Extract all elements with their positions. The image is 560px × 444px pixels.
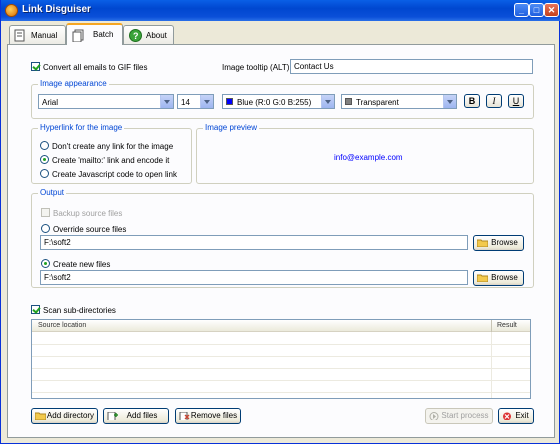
file-table[interactable]: Source location Result (31, 319, 531, 399)
bold-button[interactable]: B (464, 94, 480, 108)
font-select[interactable]: Arial (38, 94, 174, 109)
chevron-down-icon (321, 95, 334, 108)
start-process-button[interactable]: Start process (425, 408, 493, 424)
italic-button[interactable]: I (486, 94, 502, 108)
font-value: Arial (42, 98, 59, 107)
chevron-down-icon (160, 95, 173, 108)
output-title: Output (38, 188, 67, 197)
create-new-label: Create new files (53, 260, 111, 269)
no-link-radio[interactable] (40, 141, 49, 150)
app-window: Link Disguiser _ □ ✕ Manual Batch ? Abou… (0, 0, 560, 444)
folder-icon (477, 239, 488, 247)
background-swatch (345, 98, 352, 105)
app-icon (5, 4, 18, 17)
remove-files-button[interactable]: Remove files (175, 408, 241, 424)
hyperlink-title: Hyperlink for the image (38, 123, 125, 132)
chevron-down-icon (443, 95, 456, 108)
javascript-link-label: Create Javascript code to open link (52, 170, 177, 179)
manual-icon (14, 29, 25, 42)
size-value: 14 (181, 98, 190, 107)
window-title: Link Disguiser (22, 4, 91, 15)
convert-checkbox[interactable] (31, 62, 40, 71)
override-browse-button[interactable]: Browse (473, 235, 524, 251)
backup-label: Backup source files (53, 209, 123, 218)
exit-icon (503, 412, 511, 420)
mailto-link-label: Create 'mailto:' link and encode it (52, 156, 170, 165)
table-row (32, 344, 530, 345)
text-color-value: Blue (R:0 G:0 B:255) (237, 98, 312, 107)
tab-manual-label: Manual (31, 31, 58, 40)
javascript-link-radio[interactable] (40, 169, 49, 178)
start-icon (429, 412, 439, 420)
folder-icon (477, 274, 488, 282)
add-files-button[interactable]: Add files (103, 408, 169, 424)
add-directory-button[interactable]: Add directory (31, 408, 98, 424)
override-label: Override source files (53, 225, 127, 234)
tab-batch[interactable]: Batch (66, 23, 123, 45)
background-value: Transparent (356, 98, 399, 107)
batch-icon (72, 29, 84, 42)
source-location-header[interactable]: Source location (38, 322, 86, 329)
folder-add-icon (35, 412, 46, 420)
image-preview-title: Image preview (203, 123, 260, 132)
close-button[interactable]: ✕ (544, 3, 559, 17)
create-new-browse-button[interactable]: Browse (473, 270, 524, 286)
override-radio[interactable] (41, 224, 50, 233)
svg-text:?: ? (133, 31, 139, 41)
scan-subdirs-checkbox[interactable] (31, 305, 40, 314)
no-link-label: Don't create any link for the image (52, 142, 174, 151)
text-color-swatch (226, 98, 233, 105)
file-remove-icon (179, 412, 190, 420)
result-header[interactable]: Result (497, 322, 517, 329)
column-divider (491, 320, 492, 332)
tooltip-label: Image tooltip (ALT): (222, 63, 292, 72)
create-new-path-input[interactable]: F:\soft2 (40, 270, 468, 285)
tab-batch-label: Batch (93, 30, 114, 39)
table-row (32, 392, 530, 393)
tab-manual[interactable]: Manual (9, 25, 66, 44)
table-row (32, 356, 530, 357)
column-divider (491, 332, 492, 398)
background-select[interactable]: Transparent (341, 94, 457, 109)
help-icon: ? (129, 29, 142, 42)
image-appearance-title: Image appearance (38, 79, 109, 88)
table-row (32, 380, 530, 381)
table-header: Source location Result (32, 320, 530, 332)
add-files-label: Add files (126, 411, 158, 420)
chevron-down-icon (200, 95, 213, 108)
exit-button[interactable]: Exit (498, 408, 534, 424)
backup-checkbox[interactable] (41, 208, 50, 217)
override-path-input[interactable]: F:\soft2 (40, 235, 468, 250)
preview-sample: info@example.com (334, 153, 403, 162)
maximize-button[interactable]: □ (529, 3, 544, 17)
minimize-button[interactable]: _ (514, 3, 529, 17)
tab-about[interactable]: ? About (123, 25, 174, 44)
tab-about-label: About (146, 31, 167, 40)
create-new-radio[interactable] (41, 259, 50, 268)
underline-button[interactable]: U (508, 94, 524, 108)
title-bar[interactable]: Link Disguiser _ □ ✕ (1, 0, 560, 21)
text-color-select[interactable]: Blue (R:0 G:0 B:255) (222, 94, 335, 109)
file-add-icon (107, 412, 118, 420)
mailto-link-radio[interactable] (40, 155, 49, 164)
tooltip-input[interactable]: Contact Us (290, 59, 533, 74)
size-select[interactable]: 14 (177, 94, 214, 109)
table-row (32, 368, 530, 369)
convert-label: Convert all emails to GIF files (43, 63, 148, 72)
scan-subdirs-label: Scan sub-directories (43, 306, 116, 315)
